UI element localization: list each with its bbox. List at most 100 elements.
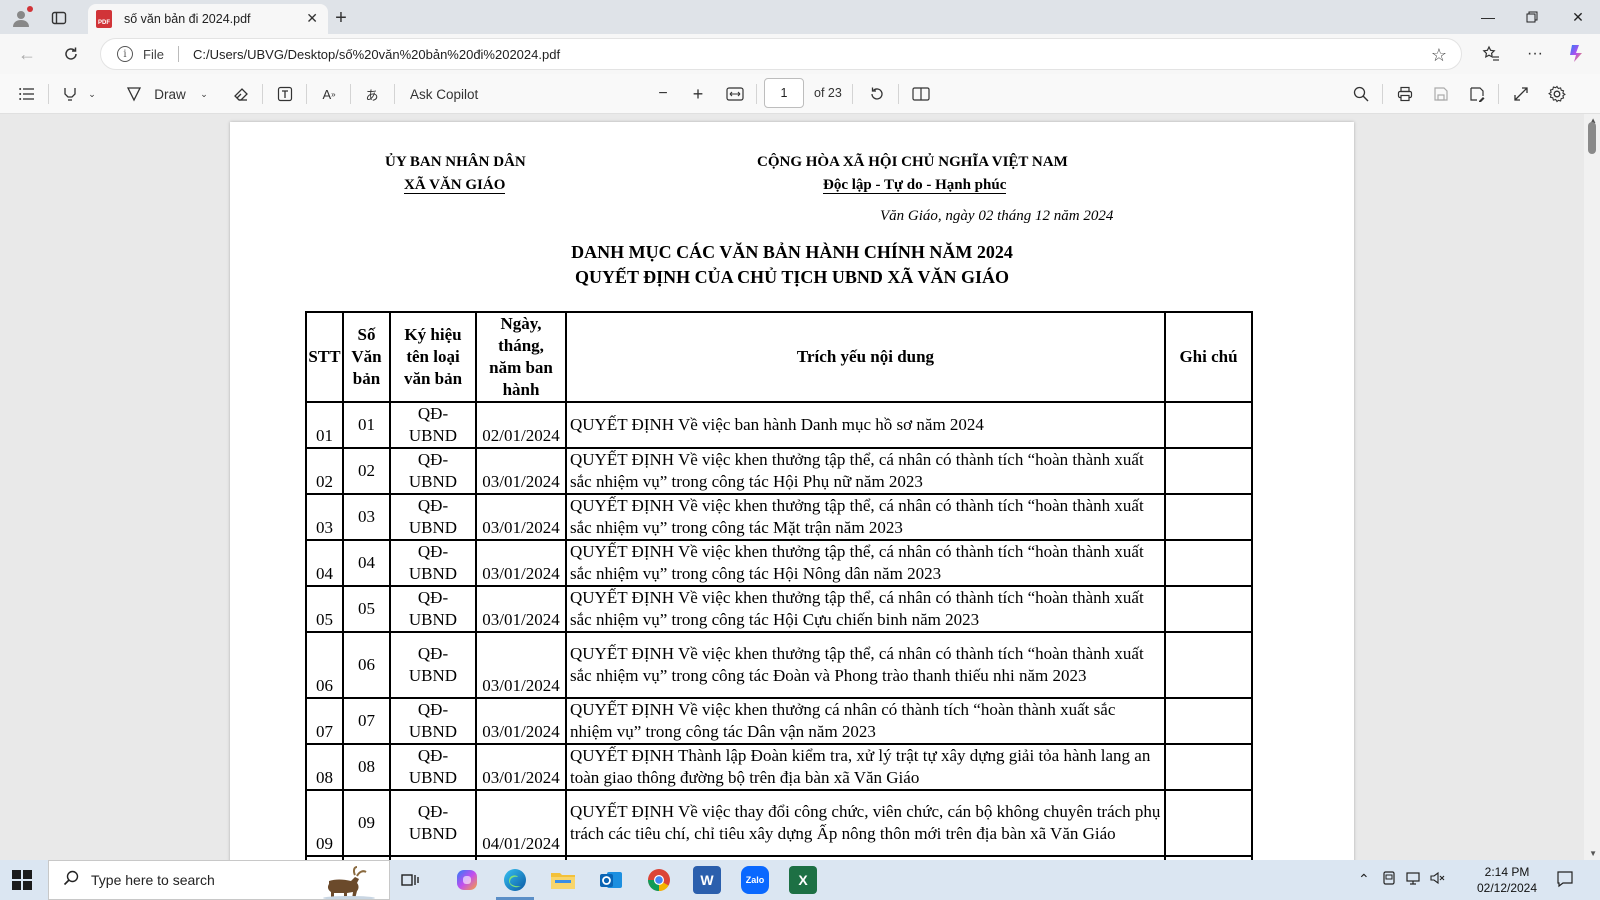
scroll-thumb[interactable] xyxy=(1588,122,1596,154)
site-info-icon[interactable]: i xyxy=(117,46,133,62)
new-tab-icon[interactable]: + xyxy=(330,7,352,29)
ask-copilot-button[interactable]: Ask Copilot xyxy=(410,83,486,105)
row-ngay-ban-hanh: 03/01/2024 xyxy=(475,447,567,495)
address-url[interactable]: C:/Users/UBVG/Desktop/số%20văn%20bản%20đ… xyxy=(193,47,560,62)
fullscreen-icon[interactable] xyxy=(1510,83,1532,105)
table-row: 04 04 QĐ-UBND 03/01/2024 QUYẾT ĐỊNH Về việc … xyxy=(305,539,1253,587)
notification-dot xyxy=(27,6,33,12)
close-tab-icon[interactable]: ✕ xyxy=(306,10,318,27)
table-row: 01 01 QĐ-UBND 02/01/2024 QUYẾT ĐỊNH Về việc … xyxy=(305,401,1253,449)
favorites-icon[interactable] xyxy=(1480,43,1502,65)
address-bar-row: ← i File C:/Users/UBVG/Desktop/số%20văn%… xyxy=(0,34,1600,74)
row-so-van-ban: 05 xyxy=(342,585,391,633)
draw-button[interactable]: Draw xyxy=(152,83,188,105)
row-so-van-ban: 02 xyxy=(342,447,391,495)
chrome-icon[interactable] xyxy=(645,866,673,894)
notifications-icon[interactable] xyxy=(1556,870,1574,891)
volume-muted-icon[interactable] xyxy=(1430,871,1446,888)
save-as-icon[interactable] xyxy=(1466,83,1488,105)
page-number-input[interactable]: 1 xyxy=(764,78,804,108)
pdf-viewer[interactable]: ỦY BAN NHÂN DÂN XÃ VĂN GIÁO CỘNG HÒA XÃ … xyxy=(0,114,1600,860)
row-trich-yeu: QUYẾT ĐỊNH Về việc khen thưởng tập thể, … xyxy=(565,447,1166,495)
save-icon[interactable] xyxy=(1430,83,1452,105)
col-so-van-ban: Số Văn bản xyxy=(342,311,391,403)
row-stt: 09 xyxy=(305,789,344,857)
clock-time: 2:14 PM xyxy=(1484,865,1530,879)
text-box-icon[interactable] xyxy=(274,83,296,105)
start-button[interactable] xyxy=(12,870,32,890)
row-ghi-chu xyxy=(1164,743,1253,791)
taskbar: Type here to search W Zalo X ⌃ 2:14 PM 0… xyxy=(0,860,1600,900)
highlight-dropdown-icon[interactable]: ⌄ xyxy=(86,83,98,105)
row-trich-yeu: QUYẾT ĐỊNH Về việc khen thưởng tập thể, … xyxy=(565,539,1166,587)
read-aloud-icon[interactable]: A» xyxy=(318,83,340,105)
favorite-star-icon[interactable]: ☆ xyxy=(1431,45,1447,66)
file-explorer-icon[interactable] xyxy=(549,866,577,894)
contents-icon[interactable] xyxy=(16,83,38,105)
rotate-icon[interactable] xyxy=(866,83,888,105)
translate-icon[interactable]: あ xyxy=(360,83,384,105)
row-stt: 08 xyxy=(305,743,344,791)
row-stt: 01 xyxy=(305,401,344,449)
fit-to-page-icon[interactable] xyxy=(724,83,746,105)
search-icon[interactable] xyxy=(1350,83,1372,105)
row-ghi-chu xyxy=(1164,631,1253,699)
network-icon[interactable] xyxy=(1406,871,1422,888)
copilot-icon[interactable] xyxy=(1566,42,1588,64)
row-ghi-chu xyxy=(1164,539,1253,587)
row-ghi-chu xyxy=(1164,585,1253,633)
draw-dropdown-icon[interactable]: ⌄ xyxy=(198,83,210,105)
row-trich-yeu: QUYẾT ĐỊNH Về việc khen thưởng tập thể, … xyxy=(565,631,1166,699)
highlight-icon[interactable] xyxy=(60,83,80,105)
word-icon[interactable]: W xyxy=(693,866,721,894)
excel-icon[interactable]: X xyxy=(789,866,817,894)
show-hidden-icons-icon[interactable]: ⌃ xyxy=(1358,871,1370,888)
draw-icon[interactable] xyxy=(124,83,144,105)
close-window-icon[interactable]: ✕ xyxy=(1566,6,1590,28)
scroll-down-icon[interactable]: ▼ xyxy=(1589,849,1597,858)
zoom-in-icon[interactable]: + xyxy=(687,83,709,105)
row-ngay-ban-hanh: 04/01/2024 xyxy=(475,789,567,857)
address-divider xyxy=(177,46,179,62)
minimize-icon[interactable]: — xyxy=(1476,6,1500,28)
row-ky-hieu: QĐ-UBND xyxy=(389,789,477,857)
print-icon[interactable] xyxy=(1394,83,1416,105)
zalo-icon[interactable]: Zalo xyxy=(741,866,769,894)
search-icon xyxy=(63,870,79,891)
table-row: 09 09 QĐ-UBND 04/01/2024 QUYẾT ĐỊNH Về việc … xyxy=(305,789,1253,857)
task-view-icon[interactable] xyxy=(396,866,424,894)
eraser-icon[interactable] xyxy=(230,83,252,105)
more-options-icon[interactable]: ··· xyxy=(1524,43,1546,65)
edge-icon[interactable] xyxy=(501,866,529,894)
refresh-icon[interactable] xyxy=(60,43,82,65)
row-so-van-ban: 09 xyxy=(342,789,391,857)
address-bar[interactable]: i File C:/Users/UBVG/Desktop/số%20văn%20… xyxy=(100,38,1462,70)
pdf-file-icon: PDF xyxy=(96,10,112,28)
back-icon[interactable]: ← xyxy=(16,43,38,65)
page-total: of 23 xyxy=(814,86,842,100)
table-row: 07 07 QĐ-UBND 03/01/2024 QUYẾT ĐỊNH Về việc … xyxy=(305,697,1253,745)
tab-pdf-document[interactable]: PDF số văn bản đi 2024.pdf ✕ xyxy=(88,4,328,34)
copilot-app-icon[interactable] xyxy=(453,866,481,894)
toolbar-divider xyxy=(756,84,757,104)
table-row: 06 06 QĐ-UBND 03/01/2024 QUYẾT ĐỊNH Về việc … xyxy=(305,631,1253,699)
toolbar-divider xyxy=(898,84,899,104)
vertical-scrollbar[interactable]: ▲ ▼ xyxy=(1584,114,1600,860)
device-icon[interactable] xyxy=(1382,871,1396,888)
outlook-icon[interactable] xyxy=(597,866,625,894)
col-trich-yeu: Trích yếu nội dung xyxy=(565,311,1166,403)
page-view-icon[interactable] xyxy=(910,83,932,105)
row-ngay-ban-hanh: 03/01/2024 xyxy=(475,743,567,791)
zoom-out-icon[interactable]: − xyxy=(652,83,674,105)
national-title: CỘNG HÒA XÃ HỘI CHỦ NGHĨA VIỆT NAM xyxy=(757,154,1068,170)
system-clock[interactable]: 2:14 PM 02/12/2024 xyxy=(1472,864,1542,896)
national-motto: Độc lập - Tự do - Hạnh phúc xyxy=(823,177,1007,194)
toolbar-divider xyxy=(852,84,853,104)
restore-icon[interactable] xyxy=(1520,6,1544,28)
moose-illustration-icon xyxy=(323,866,375,899)
date-line: Văn Giáo, ngày 02 tháng 12 năm 2024 xyxy=(880,208,1114,224)
settings-icon[interactable] xyxy=(1546,83,1568,105)
row-so-van-ban: 07 xyxy=(342,697,391,745)
taskbar-search[interactable]: Type here to search xyxy=(48,860,390,900)
tab-actions-icon[interactable] xyxy=(48,7,70,29)
